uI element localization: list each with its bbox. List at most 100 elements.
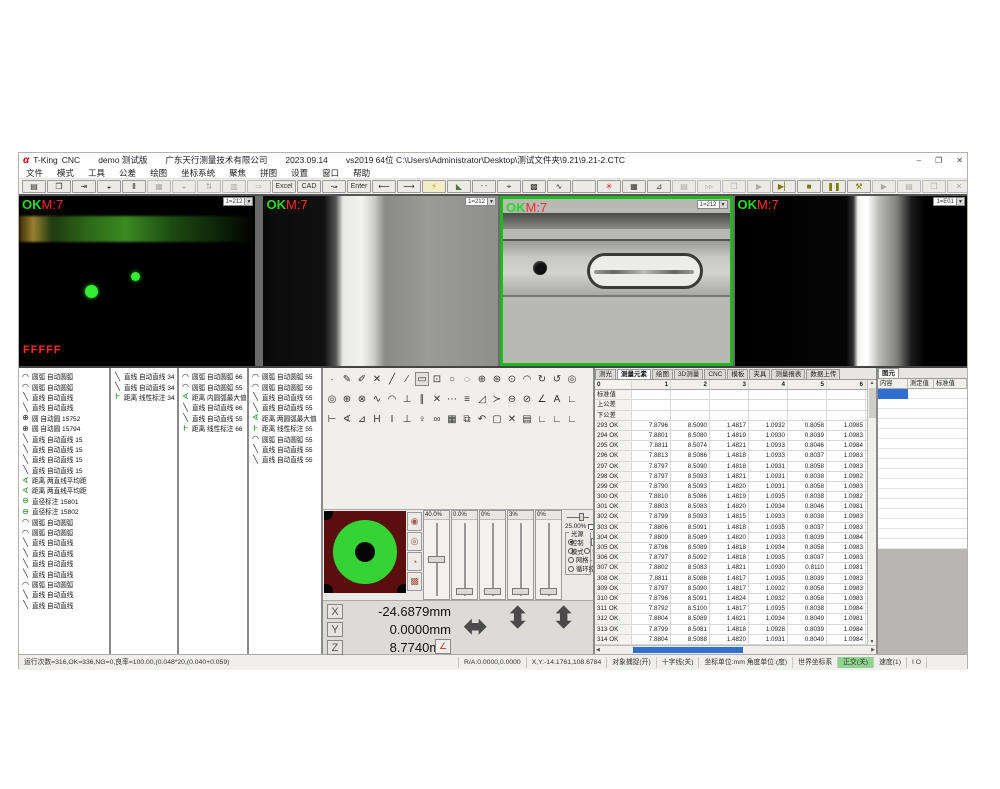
tab-CNC[interactable]: CNC: [704, 369, 726, 379]
palette-tool-icon[interactable]: ∕: [400, 372, 414, 386]
results-grid[interactable]: 0123456标准值上公差下公差293 OK7.87968.50901.4817…: [595, 380, 867, 645]
list-item[interactable]: ╲直线 自动直线 55: [249, 454, 321, 464]
list-item[interactable]: ◠圆弧 自动圆弧 55: [249, 433, 321, 443]
probe-button[interactable]: ◒: [97, 180, 121, 193]
palette-tool-icon[interactable]: ╱: [385, 372, 399, 386]
step-button[interactable]: ⇨: [247, 180, 271, 193]
slider-thumb[interactable]: [540, 588, 557, 595]
qr-code-button[interactable]: ▦: [622, 180, 646, 193]
list-item[interactable]: ◠圆弧 自动圆弧 55: [179, 381, 247, 391]
save-report-button[interactable]: ▤: [672, 180, 696, 193]
probe-down-button[interactable]: ◒: [172, 180, 196, 193]
palette-tool-icon[interactable]: ▢: [490, 412, 504, 426]
palette-tool-icon[interactable]: ◠: [385, 392, 399, 406]
column-header[interactable]: 5: [788, 380, 827, 389]
cad-button[interactable]: CAD: [297, 180, 321, 193]
jog-z-control[interactable]: ⬍: [551, 601, 576, 636]
palette-tool-icon[interactable]: ○: [445, 372, 459, 386]
list-item[interactable]: ╲直线 自动直线: [19, 568, 109, 578]
palette-tool-icon[interactable]: ⊡: [430, 372, 444, 386]
measurement-list-1[interactable]: ◠圆弧 自动圆弧◠圆弧 自动圆弧╲直线 自动直线╲直线 自动直线⊕圆 自动圆 1…: [19, 368, 111, 654]
open-aux-button[interactable]: ❒: [922, 180, 946, 193]
table-row[interactable]: 314 OK7.88048.50881.48201.09310.80491.09…: [595, 635, 867, 645]
table-row[interactable]: 304 OK7.88098.50891.48201.09330.80391.09…: [595, 533, 867, 543]
palette-tool-icon[interactable]: ⊢: [325, 412, 339, 426]
column-header[interactable]: 6: [827, 380, 866, 389]
table-row[interactable]: 293 OK7.87968.50901.48171.09320.80581.09…: [595, 421, 867, 431]
list-item[interactable]: ╲直线 自动直线: [19, 392, 109, 402]
grid-strength-radio[interactable]: [568, 557, 574, 563]
open-button[interactable]: ❒: [47, 180, 71, 193]
palette-tool-icon[interactable]: ∟: [565, 392, 579, 406]
element-row[interactable]: [878, 479, 967, 489]
light-pattern-icon[interactable]: ◔: [407, 552, 422, 571]
element-row[interactable]: [878, 539, 967, 549]
list-item[interactable]: ⊖直径标注 15802: [19, 506, 109, 516]
menu-item[interactable]: 聚焦: [222, 167, 253, 179]
light-pattern-icon[interactable]: ◎: [407, 532, 422, 551]
menu-item[interactable]: 文件: [19, 167, 50, 179]
palette-tool-icon[interactable]: ◎: [565, 372, 579, 386]
element-row[interactable]: [878, 469, 967, 479]
tab-测量元素[interactable]: 测量元素: [617, 369, 651, 379]
play-to-end-button[interactable]: ▶▏: [772, 180, 796, 193]
horizontal-scrollbar[interactable]: ◀▶: [595, 645, 876, 654]
palette-tool-icon[interactable]: I: [385, 412, 399, 426]
element-row[interactable]: [878, 509, 967, 519]
table-row[interactable]: 296 OK7.88138.50861.48181.09330.80371.09…: [595, 451, 867, 461]
table-row[interactable]: 313 OK7.87998.50811.48181.09280.80391.09…: [595, 625, 867, 635]
play-list-button[interactable]: ▹▹: [697, 180, 721, 193]
palette-tool-icon[interactable]: ◎: [325, 392, 339, 406]
cycle-mode-radio[interactable]: [568, 566, 574, 572]
palette-tool-icon[interactable]: ≻: [490, 392, 504, 406]
palette-tool-icon[interactable]: ✐: [355, 372, 369, 386]
palette-tool-icon[interactable]: ∠: [535, 392, 549, 406]
palette-tool-icon[interactable]: ∢: [340, 412, 354, 426]
table-row[interactable]: 298 OK7.87978.50931.48211.09310.80381.09…: [595, 472, 867, 482]
camera-view-1[interactable]: OKM:7 1=212▼ FFFFF: [19, 196, 255, 366]
element-row[interactable]: [878, 449, 967, 459]
save-aux-button[interactable]: ▤: [897, 180, 921, 193]
list-item[interactable]: Ⱶ距离 线性标注 34: [111, 392, 177, 402]
gray2-button[interactable]: ▥: [222, 180, 246, 193]
palette-tool-icon[interactable]: ≡: [460, 392, 474, 406]
list-item[interactable]: ╲直线 自动直线: [19, 548, 109, 558]
table-row[interactable]: 310 OK7.87968.50911.48241.09320.80581.09…: [595, 594, 867, 604]
palette-tool-icon[interactable]: H: [370, 412, 384, 426]
palette-tool-icon[interactable]: ✕: [505, 412, 519, 426]
stop-button[interactable]: ■: [797, 180, 821, 193]
light-slider[interactable]: 0%: [535, 510, 562, 600]
light-pattern-icon[interactable]: ◉: [407, 512, 422, 531]
list-item[interactable]: ◠圆弧 自动圆弧 66: [179, 371, 247, 381]
list-item[interactable]: ╲直线 自动直线 55: [179, 413, 247, 423]
table-row[interactable]: 312 OK7.88048.50891.48211.09340.80491.09…: [595, 614, 867, 624]
list-item[interactable]: Ⱶ距离 线性标注 66: [179, 423, 247, 433]
camera4-selector[interactable]: 1=E01▼: [933, 197, 965, 206]
element-row[interactable]: [878, 519, 967, 529]
palette-tool-icon[interactable]: ⊥: [400, 392, 414, 406]
element-row[interactable]: [878, 419, 967, 429]
list-item[interactable]: ╲直线 自动直线 15: [19, 454, 109, 464]
palette-tool-icon[interactable]: ↻: [535, 372, 549, 386]
column-header[interactable]: 0: [595, 380, 632, 389]
tab-绘图[interactable]: 绘图: [652, 369, 673, 379]
list-item[interactable]: ◠圆弧 自动圆弧: [19, 579, 109, 589]
palette-tool-icon[interactable]: ⊙: [505, 372, 519, 386]
table-row[interactable]: 307 OK7.88028.50831.48211.09300.81101.09…: [595, 563, 867, 573]
list-item[interactable]: ╲直线 自动直线 55: [249, 392, 321, 402]
list-item[interactable]: ╲直线 自动直线 55: [249, 444, 321, 454]
light-slider[interactable]: 40.0%: [423, 510, 450, 600]
camera-view-4[interactable]: OKM:7 1=E01▼: [735, 196, 968, 366]
play-aux-button[interactable]: ▶: [872, 180, 896, 193]
list-item[interactable]: ◠圆弧 自动圆弧: [19, 371, 109, 381]
light-slider[interactable]: 3%: [507, 510, 534, 600]
list-item[interactable]: ⊕圆 自动圆 15794: [19, 423, 109, 433]
tab-夹具[interactable]: 夹具: [749, 369, 770, 379]
laser-button[interactable]: ✳: [597, 180, 621, 193]
slider-thumb[interactable]: [484, 588, 501, 595]
updown-button[interactable]: ⇅: [197, 180, 221, 193]
palette-tool-icon[interactable]: ∟: [535, 412, 549, 426]
list-item[interactable]: ╲直线 自动直线: [19, 600, 109, 610]
list-item[interactable]: ∢距离 两直线平均距: [19, 475, 109, 485]
angle-tool-button[interactable]: ∠: [435, 639, 451, 654]
